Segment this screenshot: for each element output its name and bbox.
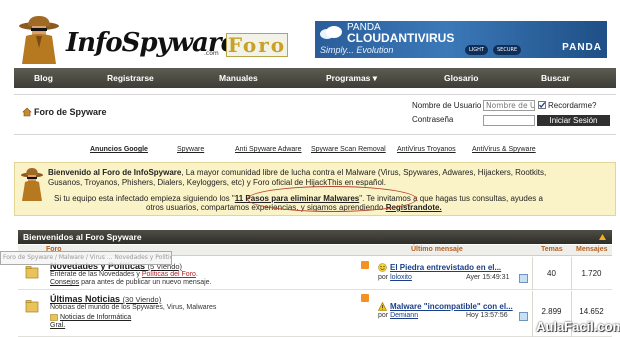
nav-blog[interactable]: Blog	[34, 68, 53, 88]
goto-last-post-icon[interactable]	[519, 274, 528, 283]
cloud-icon	[320, 26, 342, 39]
link-spyware[interactable]: Spyware	[177, 146, 204, 153]
subforum-link-gral[interactable]: Gral.	[50, 322, 65, 329]
author-link[interactable]: Demiann	[390, 312, 418, 319]
politicas-link[interactable]: Políticas del Foro	[142, 271, 196, 278]
last-post-author: por loloxito	[378, 274, 412, 281]
last-by-label: por	[378, 312, 389, 319]
forum-desc-line1: Noticias del mundo de los Spywares, Viru…	[50, 304, 217, 311]
password-input[interactable]	[483, 115, 535, 126]
link-antivirus-spyware[interactable]: AntiVirus & Spyware	[472, 146, 536, 153]
tooltip: Foro de Spyware / Malware / Virus ... No…	[0, 251, 172, 265]
nav-programas-label: Programas	[326, 73, 371, 83]
forum-desc-line2: Consejos para antes de publicar un nuevo…	[50, 279, 212, 286]
link-spyware-scan-removal[interactable]: Spyware Scan Removal	[311, 146, 386, 153]
forum-desc-line1: Entérate de las Novedades y Políticas de…	[50, 271, 198, 278]
logo-domain: .com	[204, 50, 219, 57]
checkmark-icon	[539, 102, 546, 109]
last-by-label: por	[378, 274, 389, 281]
forum-title-text: Últimas Noticias	[50, 294, 121, 304]
posts-count: 14.652	[579, 307, 604, 316]
chevron-down-icon: ▾	[372, 73, 378, 83]
subforum-link-text: Gral.	[50, 322, 66, 329]
last-post-time: Ayer 15:49:31	[466, 274, 510, 281]
banner-pill-secure: SECURE	[493, 45, 522, 55]
folder-icon	[25, 300, 39, 313]
desc-period: .	[195, 271, 198, 278]
nav-glosario[interactable]: Glosario	[444, 68, 478, 88]
last-post-title[interactable]: El Piedra entrevistado en el...	[390, 263, 501, 272]
last-post-time: Hoy 13:57:56	[466, 312, 508, 319]
col-ultimo-mensaje: Último mensaje	[411, 246, 463, 253]
aulafacil-watermark: AulaFacil.com	[536, 319, 620, 334]
home-icon	[22, 107, 32, 117]
site-logo[interactable]: InfoSpyware .com Foro	[14, 14, 288, 64]
remember-label: Recordarme?	[548, 101, 597, 110]
forum-table-header: Bienvenidos al Foro Spyware	[18, 230, 612, 244]
banner-tagline: Simply... Evolution	[320, 45, 394, 55]
table-row: Últimas Noticias (30 Viendo) Noticias de…	[18, 291, 612, 337]
welcome-line1-text: , La mayor comunidad libre de lucha cont…	[181, 168, 547, 177]
ads-label[interactable]: Anuncios Google	[90, 146, 148, 153]
rss-icon[interactable]	[361, 261, 369, 269]
password-label: Contraseña	[412, 115, 454, 124]
topics-count: 2.899	[541, 307, 562, 316]
topics-count: 40	[547, 269, 556, 278]
warning-icon	[378, 302, 387, 311]
consejos-link[interactable]: Consejos	[50, 279, 79, 286]
spy-mascot-icon	[21, 168, 43, 201]
username-label: Nombre de Usuario	[412, 101, 482, 110]
welcome-line3-pre: Si tu equipo esta infectado empieza sigu…	[54, 194, 235, 203]
folder-icon	[25, 266, 39, 279]
smiley-icon	[378, 263, 387, 272]
main-nav: Blog Registrarse Manuales Programas ▾ Gl…	[14, 68, 616, 88]
nav-registrarse[interactable]: Registrarse	[107, 68, 154, 88]
link-anti-spyware-adware[interactable]: Anti Spyware Adware	[235, 146, 302, 153]
last-post-author: por Demiann	[378, 312, 418, 319]
last-post-title[interactable]: Malware "incompatible" con el...	[390, 302, 513, 311]
goto-last-post-icon[interactable]	[519, 312, 528, 321]
banner-line2: CLOUDANTIVIRUS	[347, 31, 455, 45]
nav-buscar[interactable]: Buscar	[541, 68, 570, 88]
subforum-link-informatica[interactable]: Noticias de Informática	[60, 314, 131, 321]
welcome-line1: Bienvenido al Foro de InfoSpyware, La ma…	[48, 168, 546, 177]
col-temas: Temas	[541, 246, 563, 253]
viewing-count: (30 Viendo)	[122, 295, 162, 304]
posts-count: 1.720	[581, 269, 602, 278]
forum-title-noticias[interactable]: Últimas Noticias (30 Viendo)	[50, 294, 161, 304]
divider	[14, 94, 616, 95]
page-title: Foro de Spyware	[34, 107, 107, 117]
subforum-icon	[50, 314, 58, 321]
welcome-heading: Bienvenido al Foro de InfoSpyware	[48, 168, 182, 177]
logo-foro-badge: Foro	[226, 33, 288, 57]
col-mensajes: Mensajes	[576, 246, 608, 253]
desc-text: para antes de publicar un nuevo mensaje.	[79, 279, 212, 286]
username-input[interactable]: Nombre de U	[483, 100, 535, 111]
banner-pill-light: LIGHT	[465, 45, 488, 55]
author-link[interactable]: loloxito	[390, 274, 412, 281]
desc-text: Entérate de las Novedades y	[50, 271, 142, 278]
panda-ad-banner[interactable]: PANDA CLOUDANTIVIRUS Simply... Evolution…	[315, 21, 607, 58]
spy-mascot-icon	[19, 16, 59, 64]
collapse-icon[interactable]	[599, 234, 606, 240]
site-header: InfoSpyware .com Foro PANDA CLOUDANTIVIR…	[0, 0, 620, 66]
divider	[14, 134, 616, 135]
highlight-oval	[247, 186, 417, 212]
forum-table-title: Bienvenidos al Foro Spyware	[23, 232, 142, 242]
link-antivirus-troyanos[interactable]: AntiVirus Troyanos	[397, 146, 456, 153]
nav-manuales[interactable]: Manuales	[219, 68, 258, 88]
remember-checkbox[interactable]	[538, 101, 546, 109]
banner-brand: PANDA	[562, 42, 602, 53]
login-button[interactable]: Iniciar Sesión	[537, 115, 610, 126]
nav-programas[interactable]: Programas ▾	[326, 68, 377, 88]
subforum-link-text: Noticias de Informática	[60, 314, 132, 321]
rss-icon[interactable]	[361, 294, 369, 302]
welcome-notice: Bienvenido al Foro de InfoSpyware, La ma…	[14, 162, 616, 216]
